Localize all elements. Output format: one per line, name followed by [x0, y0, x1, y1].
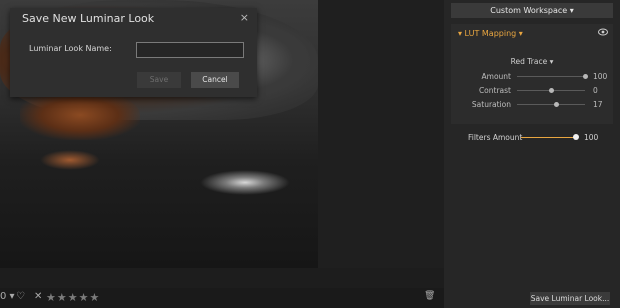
slider-value-contrast: 0	[593, 86, 598, 95]
lut-mapping-panel: ▾ LUT Mapping ▾ Red Trace ▾ Amount 100 Con…	[451, 24, 613, 124]
slider-knob-contrast[interactable]	[548, 88, 554, 93]
slider-label-saturation: Saturation	[471, 100, 511, 109]
slider-label-amount: Amount	[481, 72, 511, 81]
cancel-button[interactable]: Cancel	[191, 72, 239, 88]
eye-icon[interactable]	[598, 28, 608, 36]
lut-preset-dropdown[interactable]: Red Trace ▾	[451, 57, 613, 66]
lut-mapping-title[interactable]: ▾ LUT Mapping ▾	[458, 29, 523, 38]
photo-rock-texture	[200, 170, 290, 195]
slider-value-amount: 100	[593, 72, 608, 81]
star-rating[interactable]: ★★★★★	[46, 291, 100, 304]
slider-knob-amount[interactable]	[582, 74, 588, 79]
save-look-dialog: Save New Luminar Look × Luminar Look Nam…	[10, 8, 257, 97]
slider-value-saturation: 17	[593, 100, 603, 109]
filters-amount-label: Filters Amount	[468, 133, 523, 142]
filters-amount-knob[interactable]	[573, 134, 579, 140]
bottom-toolbar: 0 ▾ ♡ ✕ ★★★★★ 🗑	[0, 288, 444, 308]
flag-dropdown[interactable]: 0 ▾	[0, 291, 15, 302]
look-name-input[interactable]	[136, 42, 244, 58]
canvas-background	[318, 0, 444, 268]
slider-amount[interactable]	[517, 76, 585, 77]
filters-amount-slider[interactable]	[521, 137, 577, 138]
photo-rock-texture	[20, 90, 140, 140]
slider-saturation[interactable]	[517, 104, 585, 105]
dialog-title: Save New Luminar Look	[22, 12, 155, 25]
slider-label-contrast: Contrast	[478, 86, 511, 95]
slider-knob-saturation[interactable]	[554, 102, 560, 107]
workspace-dropdown[interactable]: Custom Workspace ▾	[451, 3, 613, 18]
photo-rock-texture	[40, 150, 100, 170]
look-name-label: Luminar Look Name:	[29, 44, 112, 53]
save-button[interactable]: Save	[137, 72, 181, 88]
trash-icon[interactable]: 🗑	[424, 291, 435, 301]
reject-icon[interactable]: ✕	[34, 291, 42, 302]
filters-amount-value: 100	[584, 133, 599, 142]
close-icon[interactable]: ×	[240, 11, 249, 24]
heart-icon[interactable]: ♡	[16, 291, 25, 302]
save-luminar-look-button[interactable]: Save Luminar Look...	[530, 292, 610, 305]
